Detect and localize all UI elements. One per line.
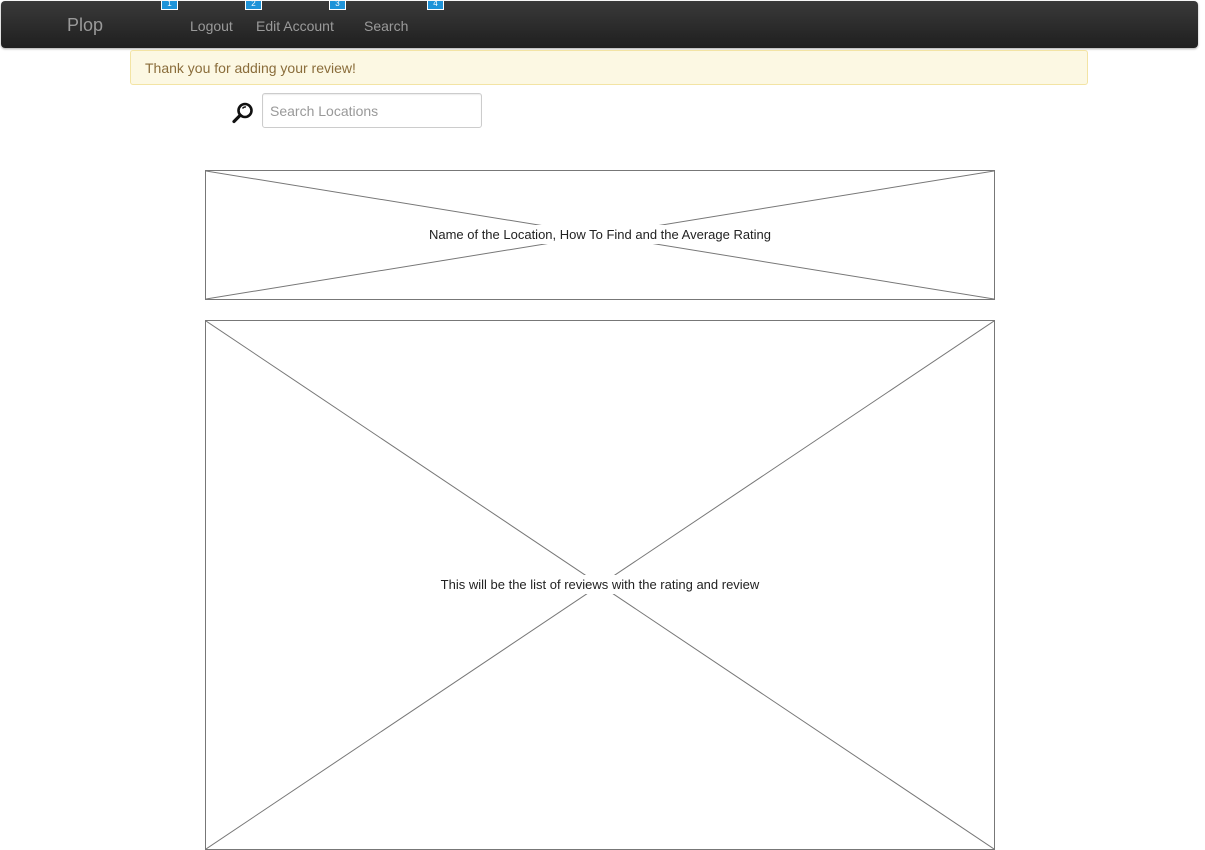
- annotation-marker-1: 1: [161, 1, 178, 10]
- magnifier-icon[interactable]: [231, 101, 255, 125]
- annotation-marker-4: 4: [427, 1, 444, 10]
- reviews-placeholder-label: This will be the list of reviews with th…: [434, 575, 766, 594]
- location-placeholder-label: Name of the Location, How To Find and th…: [422, 225, 778, 244]
- top-navbar: Plop 1 2 3 4 Logout Edit Account Search: [1, 1, 1198, 48]
- success-alert: Thank you for adding your review!: [130, 50, 1088, 85]
- reviews-list-placeholder: This will be the list of reviews with th…: [205, 320, 995, 850]
- alert-message: Thank you for adding your review!: [145, 60, 356, 76]
- search-locations-input[interactable]: [262, 93, 482, 128]
- nav-logout-link[interactable]: Logout: [190, 17, 233, 35]
- annotation-marker-3: 3: [329, 1, 346, 10]
- location-details-placeholder: Name of the Location, How To Find and th…: [205, 170, 995, 300]
- brand-logo[interactable]: Plop: [67, 14, 103, 36]
- nav-edit-account-link[interactable]: Edit Account: [256, 17, 334, 35]
- nav-search-link[interactable]: Search: [364, 17, 408, 35]
- annotation-marker-2: 2: [245, 1, 262, 10]
